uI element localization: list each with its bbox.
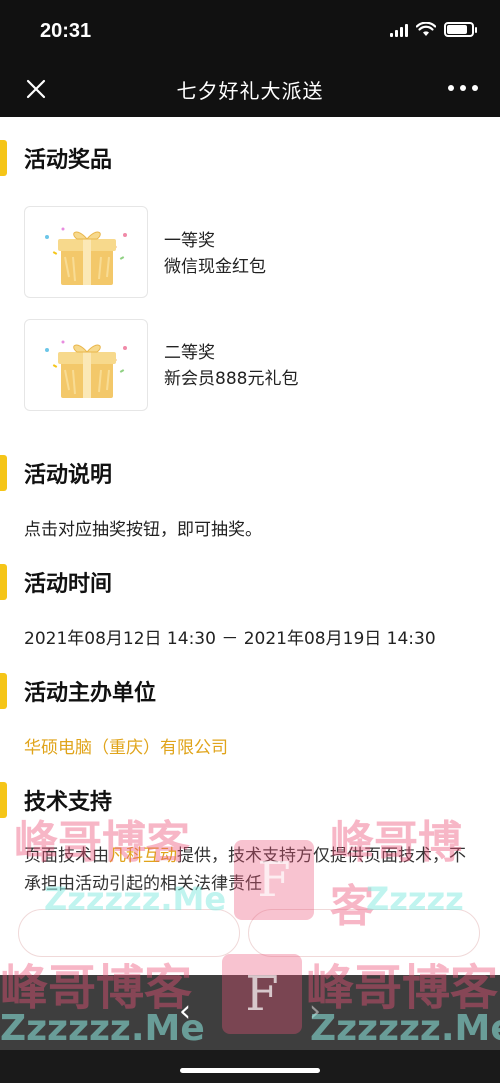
section-title-prizes: 活动奖品 <box>24 148 113 173</box>
create-lottery-button[interactable]: 免费创建抽奖活动 <box>18 909 240 957</box>
section-accent-bar <box>0 782 7 818</box>
section-accent-bar <box>0 140 7 176</box>
support-prefix: 页面技术由 <box>24 846 109 866</box>
organizer-link[interactable]: 华硕电脑（重庆）有限公司 <box>24 733 228 758</box>
prize-name: 新会员888元礼包 <box>164 369 299 389</box>
prize-rank: 一等奖 <box>164 231 215 251</box>
section-title-support: 技术支持 <box>24 790 113 815</box>
section-support: 技术支持 <box>0 780 112 820</box>
home-indicator[interactable] <box>180 1068 320 1073</box>
time-text: 2021年08月12日 14:30 － 2021年08月19日 14:30 <box>24 629 436 649</box>
section-prizes: 活动奖品 <box>0 138 112 178</box>
status-icons <box>390 22 477 37</box>
prize-info-2: 二等奖 新会员888元礼包 <box>164 340 298 392</box>
section-accent-bar <box>0 455 7 491</box>
status-bar: 20:31 <box>0 0 500 62</box>
status-time: 20:31 <box>40 20 92 42</box>
prize-info-1: 一等奖 微信现金红包 <box>164 228 266 280</box>
support-provider-link[interactable]: 凡科互动 <box>109 846 177 866</box>
forward-arrow-icon[interactable]: › <box>300 993 330 1029</box>
home-area <box>0 1050 500 1083</box>
section-title-organizer: 活动主办单位 <box>24 681 157 706</box>
nav-bar: 七夕好礼大派送 <box>0 62 500 117</box>
section-description: 活动说明 <box>0 453 112 493</box>
prize-image-1 <box>24 206 148 298</box>
prize-rank: 二等奖 <box>164 343 215 363</box>
description-text: 点击对应抽奖按钮，即可抽奖。 <box>24 520 262 540</box>
watermark-logo: F <box>222 954 302 1034</box>
gift-box-icon <box>45 227 127 285</box>
signal-icon <box>390 23 408 37</box>
section-title-description: 活动说明 <box>24 463 113 488</box>
prize-image-2 <box>24 319 148 411</box>
section-time: 活动时间 <box>0 562 112 602</box>
gift-box-icon <box>45 340 127 398</box>
more-options-icon[interactable] <box>448 78 478 98</box>
battery-icon <box>444 22 477 37</box>
prize-name: 微信现金红包 <box>164 257 266 277</box>
section-accent-bar <box>0 673 7 709</box>
section-accent-bar <box>0 564 7 600</box>
section-title-time: 活动时间 <box>24 572 113 597</box>
back-arrow-icon[interactable]: ‹ <box>170 993 200 1029</box>
watermark-logo: F <box>234 840 314 920</box>
section-organizer: 活动主办单位 <box>0 671 156 711</box>
page-title: 七夕好礼大派送 <box>176 79 324 103</box>
wifi-icon <box>416 22 436 36</box>
